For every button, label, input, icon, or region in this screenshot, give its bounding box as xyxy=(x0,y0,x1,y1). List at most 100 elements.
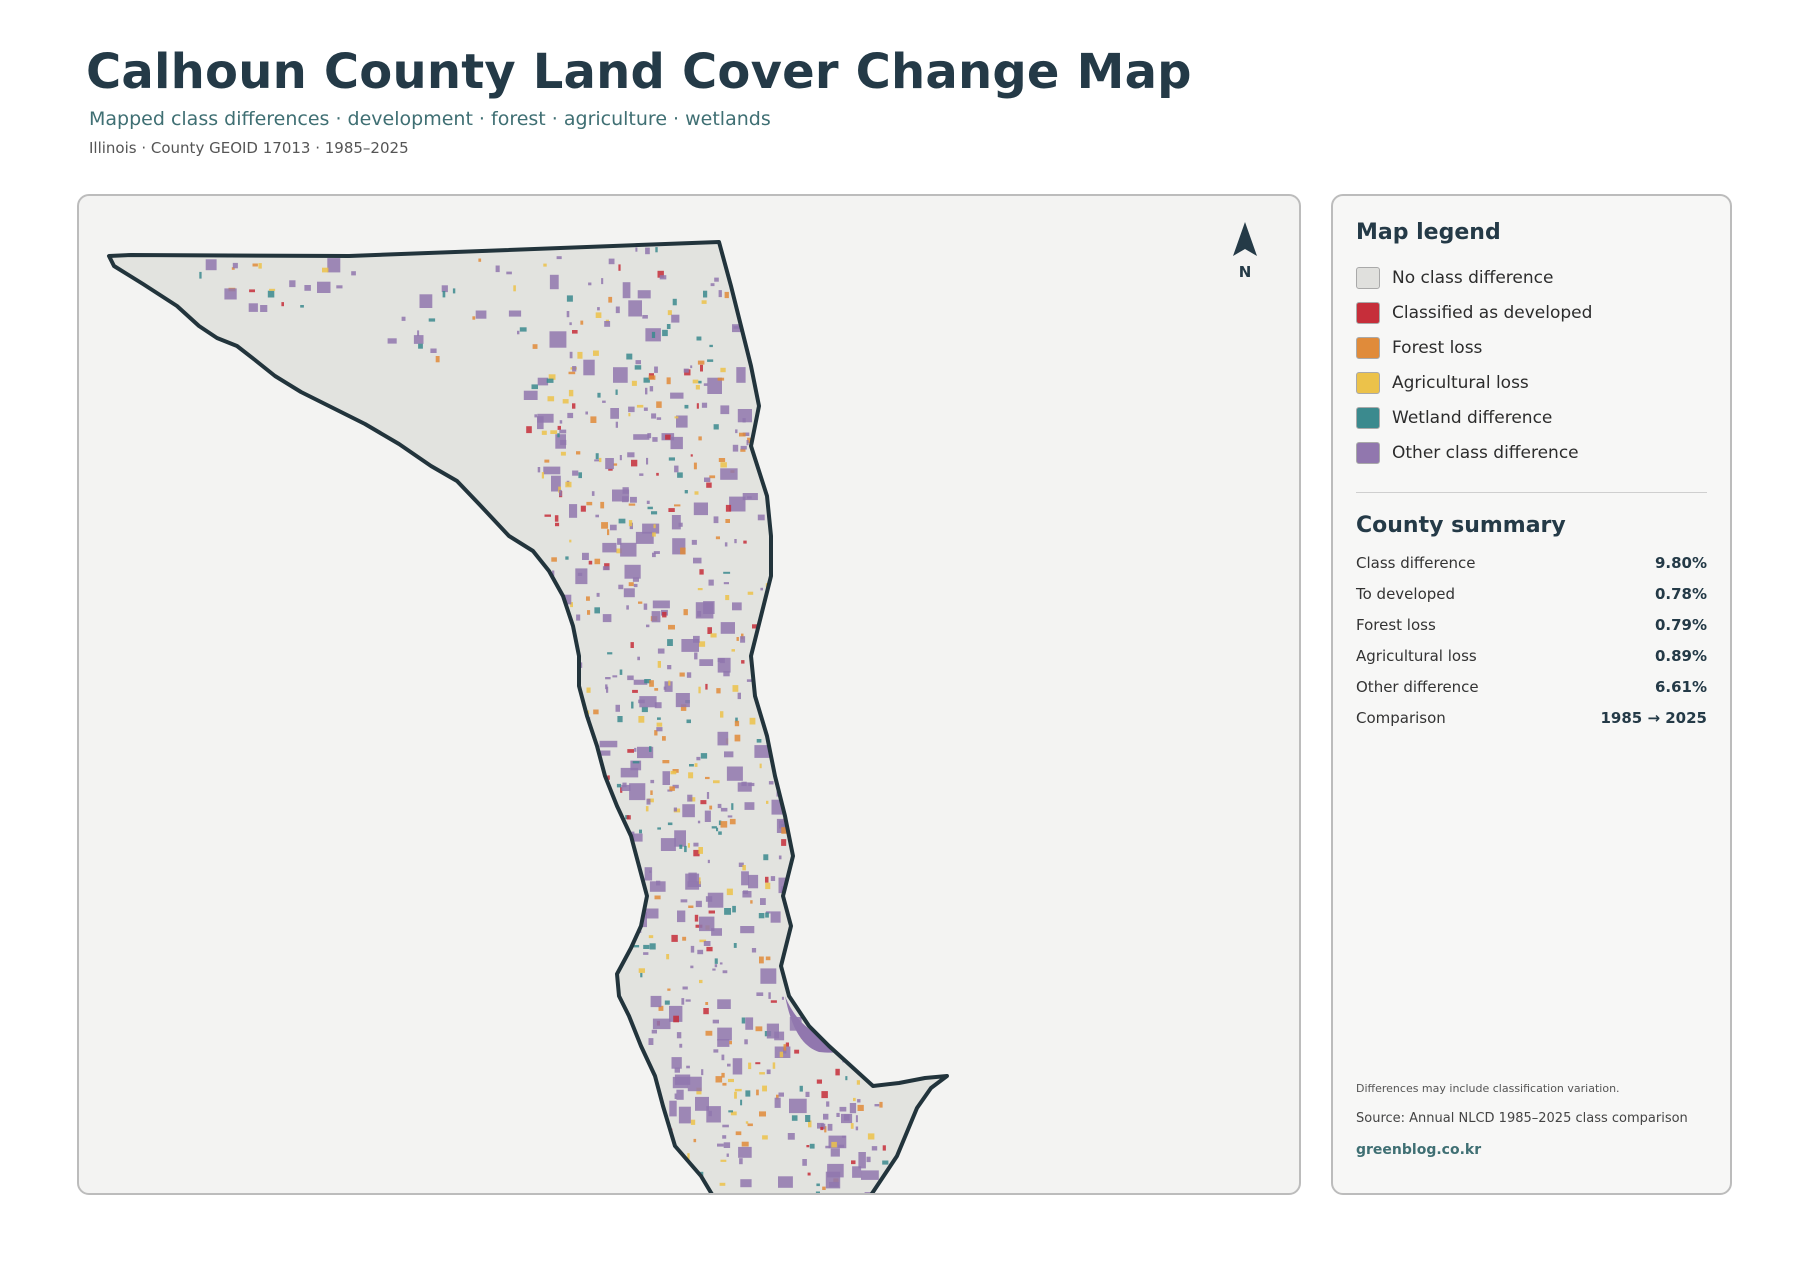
change-patch xyxy=(620,767,639,778)
change-patch xyxy=(495,265,500,273)
legend-label: Agricultural loss xyxy=(1392,373,1529,393)
legend-label: No class difference xyxy=(1392,268,1554,288)
change-patch xyxy=(517,330,520,335)
change-patch xyxy=(671,1057,682,1069)
change-patch xyxy=(650,790,653,795)
change-patch xyxy=(765,912,769,918)
change-patch xyxy=(681,639,699,652)
change-patch xyxy=(760,898,766,905)
change-patch xyxy=(630,496,637,503)
change-patch xyxy=(622,282,631,299)
change-patch xyxy=(633,583,638,588)
change-patch xyxy=(816,1079,822,1084)
change-patch xyxy=(792,739,800,743)
change-patch xyxy=(701,1069,704,1076)
change-patch xyxy=(770,876,776,881)
change-patch xyxy=(783,1044,787,1051)
change-patch xyxy=(791,915,798,923)
legend-item-other: Other class difference xyxy=(1356,440,1579,466)
change-patch xyxy=(651,331,656,338)
change-patch xyxy=(680,899,688,903)
change-patch xyxy=(646,624,650,628)
change-patch xyxy=(569,504,578,518)
credit-link[interactable]: greenblog.co.kr xyxy=(1356,1142,1481,1158)
legend-divider xyxy=(1356,492,1707,493)
change-patch xyxy=(731,649,735,652)
change-patch xyxy=(774,1031,785,1041)
change-patch xyxy=(807,1172,811,1176)
change-patch xyxy=(690,945,695,953)
change-patch xyxy=(199,271,202,279)
change-patch xyxy=(747,1123,753,1127)
change-patch xyxy=(727,1063,731,1067)
change-patch xyxy=(762,1085,767,1092)
change-patch xyxy=(624,564,641,579)
change-patch xyxy=(758,913,765,919)
change-patch xyxy=(645,247,650,255)
change-patch xyxy=(737,692,741,700)
change-patch xyxy=(672,298,677,306)
change-patch xyxy=(871,1146,878,1151)
change-patch xyxy=(821,1091,828,1099)
change-patch xyxy=(849,1002,859,1017)
change-patch xyxy=(472,316,476,320)
change-patch xyxy=(720,622,735,634)
change-patch xyxy=(765,876,769,883)
change-patch xyxy=(642,315,648,319)
change-patch xyxy=(647,506,653,510)
change-patch xyxy=(724,908,731,915)
county-map[interactable] xyxy=(79,196,1301,1195)
change-patch xyxy=(645,387,648,395)
change-patch xyxy=(639,696,657,708)
change-patch xyxy=(781,704,786,710)
change-patch xyxy=(756,1089,759,1096)
change-patch xyxy=(686,672,692,678)
change-patch xyxy=(622,782,627,788)
change-patch xyxy=(628,503,636,506)
change-patch xyxy=(806,956,813,963)
change-patch xyxy=(607,529,610,536)
change-patch xyxy=(744,802,755,810)
change-patch xyxy=(772,1062,776,1069)
change-patch xyxy=(300,305,304,308)
change-patch xyxy=(602,566,610,571)
change-patch xyxy=(825,1171,841,1189)
change-patch xyxy=(852,1166,862,1178)
change-patch xyxy=(679,844,683,849)
change-patch xyxy=(569,681,572,684)
map-panel[interactable] xyxy=(77,194,1301,1195)
change-patch xyxy=(603,831,607,836)
change-patch xyxy=(559,429,567,434)
change-patch xyxy=(855,1126,859,1131)
change-patch xyxy=(850,1123,854,1129)
change-patch xyxy=(304,285,311,291)
change-patch xyxy=(719,962,723,965)
change-patch xyxy=(707,627,712,634)
change-patch xyxy=(734,539,737,544)
change-patch xyxy=(794,911,799,917)
change-patch xyxy=(723,582,729,585)
change-patch xyxy=(646,500,650,504)
change-patch xyxy=(770,911,781,923)
change-patch xyxy=(754,653,767,659)
change-patch xyxy=(827,1123,833,1131)
change-patch xyxy=(578,472,582,479)
change-patch xyxy=(508,310,522,317)
change-patch xyxy=(781,996,784,1000)
change-patch xyxy=(656,722,663,727)
change-patch xyxy=(697,611,702,617)
change-patch xyxy=(744,1039,748,1045)
change-patch xyxy=(659,275,667,280)
change-patch xyxy=(619,669,623,675)
change-patch xyxy=(269,288,276,291)
summary-row-to-developed: To developed 0.78% xyxy=(1356,585,1707,607)
change-patch xyxy=(778,855,782,860)
change-patch xyxy=(856,1080,860,1085)
change-patch xyxy=(756,739,762,743)
change-patch xyxy=(803,954,807,957)
change-patch xyxy=(646,457,649,465)
change-patch xyxy=(603,848,619,862)
change-patch xyxy=(724,291,729,299)
change-patch xyxy=(705,683,708,690)
change-patch xyxy=(806,889,810,894)
